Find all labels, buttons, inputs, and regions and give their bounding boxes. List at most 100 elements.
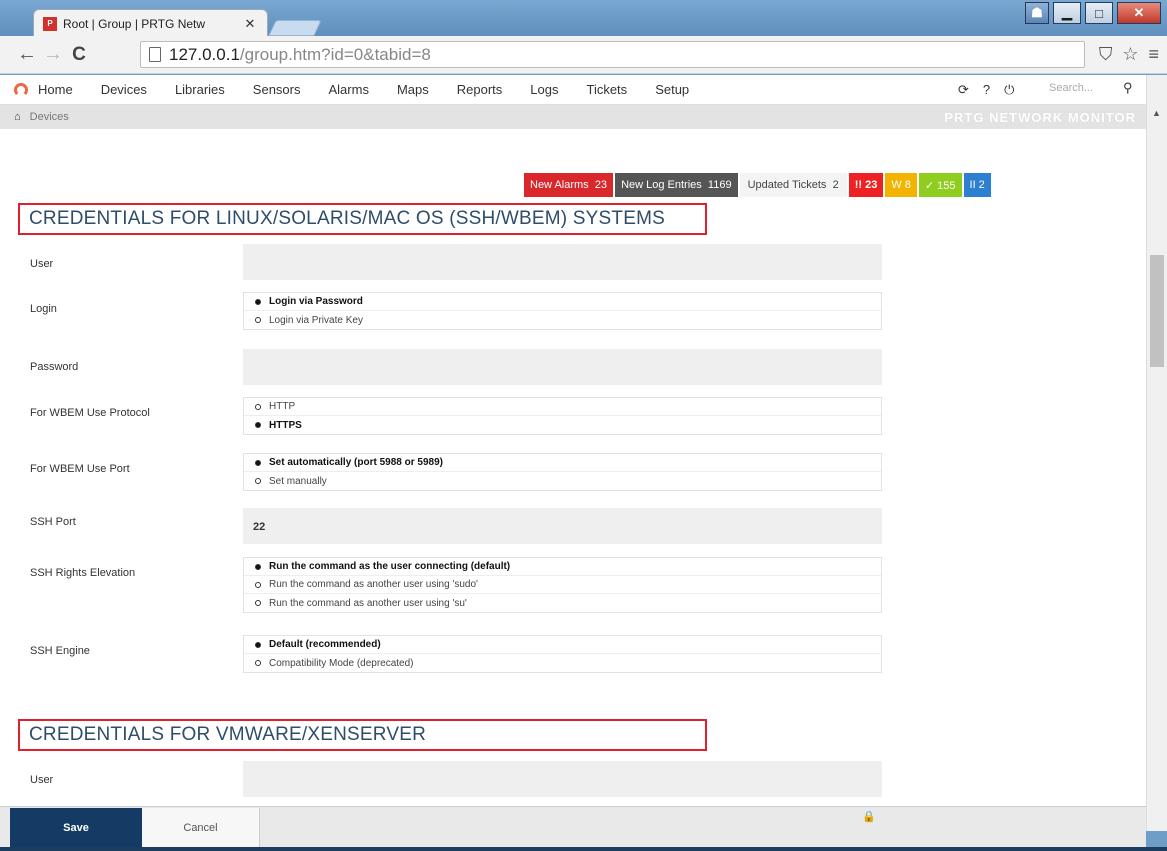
radio-dot-icon	[255, 641, 261, 648]
radio-http[interactable]: HTTP	[244, 398, 881, 416]
search-input[interactable]: Search...	[1049, 82, 1093, 94]
radio-dot-icon	[255, 422, 261, 428]
prtg-favicon-icon: P	[43, 16, 57, 31]
nav-item-alarms[interactable]: Alarms	[329, 82, 369, 97]
radio-login-private-key[interactable]: Login via Private Key	[244, 311, 881, 329]
radio-label: Login via Private Key	[269, 314, 363, 326]
radio-dot-icon	[255, 459, 261, 466]
reload-button[interactable]: C	[66, 44, 92, 66]
radio-dot-icon	[255, 478, 261, 484]
back-button[interactable]: ←	[14, 43, 40, 66]
prtg-logo-icon[interactable]	[14, 82, 28, 97]
lock-icon[interactable]: 🔒	[862, 810, 876, 823]
wbem-port-radio-group: Set automatically (port 5988 or 5989) Se…	[243, 453, 882, 491]
radio-label: HTTP	[269, 401, 296, 412]
down-sensors-badge[interactable]: !! 23	[848, 173, 884, 197]
cancel-button[interactable]: Cancel	[142, 808, 260, 848]
browser-toolbar: ← → C 127.0.0.1/group.htm?id=0&tabid=8 ⛉…	[0, 36, 1167, 74]
radio-rights-su[interactable]: Run the command as another user using 's…	[244, 594, 881, 612]
radio-port-auto[interactable]: Set automatically (port 5988 or 5989)	[244, 454, 881, 472]
new-log-badge[interactable]: New Log Entries 1169	[615, 173, 738, 197]
ssh-port-value: 22	[253, 521, 266, 533]
minimize-button[interactable]: ▁	[1053, 2, 1081, 24]
nav-item-maps[interactable]: Maps	[397, 82, 429, 97]
home-icon[interactable]: ⌂	[14, 111, 21, 123]
breadcrumb: ⌂ Devices PRTG NETWORK MONITOR	[0, 105, 1146, 129]
radio-engine-default[interactable]: Default (recommended)	[244, 636, 881, 654]
tab-title: Root | Group | PRTG Netw	[63, 16, 206, 31]
nav-item-devices[interactable]: Devices	[101, 82, 147, 97]
paused-sensors-badge[interactable]: II 2	[963, 173, 991, 197]
save-button[interactable]: Save	[10, 808, 142, 848]
radio-https[interactable]: HTTPS	[244, 416, 881, 434]
logout-icon[interactable]: ⏻	[1004, 82, 1014, 98]
warning-sensors-badge[interactable]: W 8	[885, 173, 917, 197]
nav-item-libraries[interactable]: Libraries	[175, 82, 225, 97]
user-profile-icon[interactable]: ☗	[1025, 2, 1049, 24]
new-alarms-count: 23	[594, 179, 608, 191]
bookmark-star-icon[interactable]: ☆	[1122, 44, 1138, 65]
browser-tab[interactable]: P Root | Group | PRTG Netw ✕	[33, 9, 268, 37]
nav-item-sensors[interactable]: Sensors	[253, 82, 301, 97]
updated-tickets-badge[interactable]: Updated Tickets 2	[739, 173, 847, 197]
window-controls: ☗ ▁ □ ✕	[1025, 2, 1161, 24]
radio-dot-icon	[255, 581, 261, 588]
maximize-button[interactable]: □	[1085, 2, 1113, 24]
page-icon	[149, 47, 161, 62]
radio-dot-icon	[255, 403, 261, 410]
title-bar: P Root | Group | PRTG Netw ✕ ☗ ▁ □ ✕	[0, 0, 1167, 37]
nav-item-setup[interactable]: Setup	[655, 82, 689, 97]
login-label: Login	[30, 303, 57, 315]
radio-dot-icon	[255, 563, 261, 570]
close-window-button[interactable]: ✕	[1117, 2, 1161, 24]
taskbar-strip	[0, 847, 1167, 851]
url-path: /group.htm?id=0&tabid=8	[239, 44, 431, 64]
search-icon[interactable]: ⚲	[1123, 80, 1133, 96]
vmware-user-input[interactable]	[243, 761, 882, 797]
extension-icon[interactable]: ⛉	[1099, 44, 1113, 65]
browser-menu-icon[interactable]: ≡	[1148, 44, 1159, 65]
user-label: User	[30, 258, 54, 270]
radio-label: Run the command as the user connecting (…	[269, 561, 511, 572]
radio-label: Set automatically (port 5988 or 5989)	[269, 457, 443, 468]
breadcrumb-devices[interactable]: Devices	[30, 111, 69, 123]
radio-label: Run the command as another user using 's…	[269, 597, 467, 609]
radio-rights-default[interactable]: Run the command as the user connecting (…	[244, 558, 881, 576]
radio-dot-icon	[255, 298, 261, 305]
radio-rights-sudo[interactable]: Run the command as another user using 's…	[244, 576, 881, 594]
new-log-label: New Log Entries	[621, 179, 702, 191]
password-label: Password	[30, 361, 79, 373]
page-scrollbar[interactable]: ▲	[1146, 75, 1167, 831]
radio-port-manual[interactable]: Set manually	[244, 472, 881, 490]
wbem-protocol-label: For WBEM Use Protocol	[30, 407, 150, 419]
radio-label: HTTPS	[269, 419, 302, 431]
new-alarms-badge[interactable]: New Alarms 23	[524, 173, 614, 197]
form-footer: Save Cancel 🔒	[0, 806, 1146, 851]
ssh-port-input[interactable]: 22	[243, 508, 882, 544]
section-title-vmware: CREDENTIALS FOR VMWARE/XENSERVER	[18, 719, 707, 751]
new-tab-button[interactable]	[268, 20, 322, 36]
help-icon[interactable]: ?	[983, 82, 990, 98]
url-host: 127.0.0.1	[169, 44, 240, 64]
scrollbar-thumb[interactable]	[1150, 255, 1164, 367]
forward-button[interactable]: →	[40, 43, 66, 66]
nav-item-home[interactable]: Home	[38, 82, 73, 97]
address-bar[interactable]: 127.0.0.1/group.htm?id=0&tabid=8	[140, 41, 1085, 68]
nav-item-tickets[interactable]: Tickets	[586, 82, 627, 97]
radio-engine-compat[interactable]: Compatibility Mode (deprecated)	[244, 654, 881, 672]
radio-login-password[interactable]: Login via Password	[244, 293, 881, 311]
up-sensors-badge[interactable]: ✓ 155	[918, 173, 962, 197]
ssh-engine-radio-group: Default (recommended) Compatibility Mode…	[243, 635, 882, 673]
refresh-icon[interactable]: ⟳	[958, 82, 969, 98]
status-bar: New Alarms 23 New Log Entries 1169 Updat…	[524, 173, 993, 197]
user-input[interactable]	[243, 244, 882, 280]
section-title-linux: CREDENTIALS FOR LINUX/SOLARIS/MAC OS (SS…	[18, 203, 707, 235]
ssh-rights-label: SSH Rights Elevation	[30, 567, 136, 579]
radio-label: Run the command as another user using 's…	[269, 579, 478, 590]
nav-item-reports[interactable]: Reports	[457, 82, 503, 97]
radio-dot-icon	[255, 660, 261, 666]
password-input[interactable]	[243, 349, 882, 385]
nav-item-logs[interactable]: Logs	[530, 82, 558, 97]
tab-close-icon[interactable]: ✕	[243, 16, 257, 32]
scroll-up-icon[interactable]: ▲	[1152, 108, 1161, 118]
